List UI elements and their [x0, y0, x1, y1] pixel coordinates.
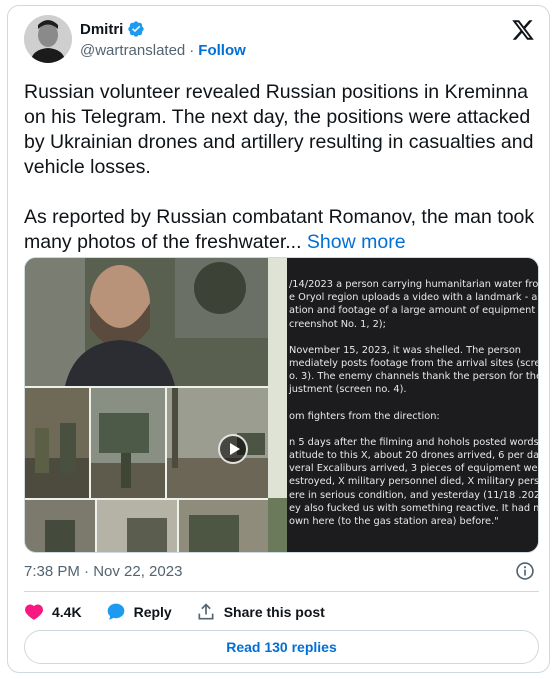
avatar[interactable] — [24, 15, 72, 63]
screenshot-line — [289, 331, 536, 344]
collage-photo-soldiers[interactable] — [25, 388, 89, 498]
photo-collage[interactable] — [25, 258, 287, 552]
screenshot-line: ere in serious condition, and yesterday … — [289, 489, 539, 501]
play-icon[interactable] — [218, 434, 248, 464]
tweet-media[interactable]: /14/2023 a person carrying humanitarian … — [24, 257, 539, 553]
x-logo-icon[interactable] — [511, 18, 535, 42]
tweet-body: Russian volunteer revealed Russian posit… — [24, 81, 535, 253]
screenshot-line: ey also fucked us with something reactiv… — [289, 502, 539, 514]
author-handle[interactable]: @wartranslated — [80, 42, 185, 59]
author-name[interactable]: Dmitri — [80, 21, 123, 38]
screenshot-line: justment (screen no. 4). — [289, 384, 407, 396]
action-bar: 4.4K Reply Share this post — [24, 602, 349, 622]
collage-photo-strip — [268, 258, 287, 552]
tweet-card: Dmitri @wartranslated · Follow Russian v… — [7, 5, 550, 673]
collage-photo-video[interactable] — [167, 388, 268, 498]
screenshot-line — [289, 397, 536, 410]
like-count: 4.4K — [52, 604, 82, 620]
collage-photo-truck[interactable] — [91, 388, 165, 498]
collage-photo-portrait[interactable] — [25, 258, 268, 386]
separator-dot: · — [189, 42, 195, 59]
like-button[interactable]: 4.4K — [24, 602, 82, 622]
share-button[interactable]: Share this post — [196, 602, 325, 622]
screenshot-line: e Oryol region uploads a video with a la… — [289, 292, 539, 304]
screenshot-line: estroyed, X military personnel died, X m… — [289, 476, 539, 488]
screenshot-line: veral Excaliburs arrived, 3 pieces of eq… — [289, 463, 539, 475]
heart-icon — [25, 604, 43, 620]
read-replies-button[interactable]: Read 130 replies — [24, 630, 539, 664]
telegram-screenshot[interactable]: /14/2023 a person carrying humanitarian … — [287, 258, 539, 552]
screenshot-line: o. 3). The enemy channels thank the pers… — [289, 371, 539, 383]
reply-button[interactable]: Reply — [106, 602, 172, 622]
verified-badge-icon — [127, 20, 145, 38]
collage-photo-bottom-1[interactable] — [25, 500, 95, 552]
collage-photo-bottom-3[interactable] — [179, 500, 268, 552]
screenshot-line: atitude to this X, about 20 drones arriv… — [289, 450, 539, 462]
screenshot-line: ation and footage of a large amount of e… — [289, 305, 536, 317]
share-icon — [198, 603, 214, 620]
share-label: Share this post — [223, 604, 325, 620]
screenshot-line: own here (to the gas station area) befor… — [289, 516, 499, 528]
reply-label: Reply — [133, 604, 172, 620]
screenshot-line: /14/2023 a person carrying humanitarian … — [289, 279, 539, 290]
follow-button[interactable]: Follow — [198, 42, 246, 59]
show-more-link[interactable]: Show more — [307, 231, 406, 253]
tweet-timestamp[interactable]: 7:38 PM · Nov 22, 2023 — [24, 563, 182, 580]
screenshot-line: n 5 days after the filming and hohols po… — [289, 436, 539, 448]
reply-bubble-icon — [107, 603, 124, 620]
screenshot-line — [289, 423, 536, 436]
screenshot-line: November 15, 2023, it was shelled. The p… — [289, 344, 522, 356]
tweet-text: Russian volunteer revealed Russian posit… — [24, 80, 539, 255]
divider — [24, 591, 539, 592]
info-icon[interactable] — [515, 561, 535, 581]
screenshot-line: mediately posts footage from the arrival… — [289, 358, 539, 370]
collage-photo-bottom-2[interactable] — [97, 500, 177, 552]
screenshot-line: om fighters from the direction: — [289, 410, 440, 422]
screenshot-line: creenshot No. 1, 2); — [289, 318, 386, 330]
